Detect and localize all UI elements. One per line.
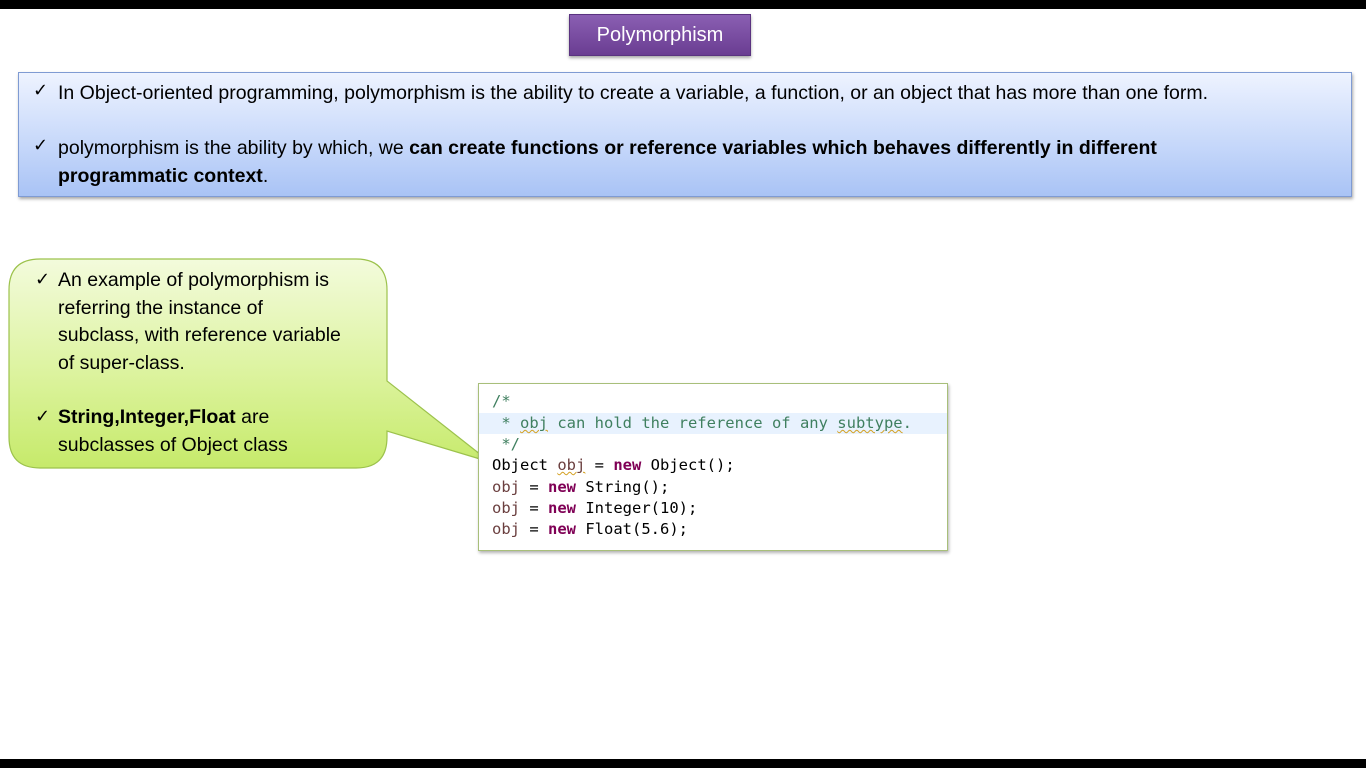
code-token: String(); (576, 478, 670, 496)
code-token: = (520, 499, 548, 517)
callout-bullet-2: String,Integer,Float are subclasses of O… (58, 404, 288, 459)
check-icon: ✓ (35, 269, 51, 290)
callout-line: An example of polymorphism is (58, 269, 329, 291)
callout-line: subclass, with reference variable (58, 324, 341, 346)
code-line-comment-body: * obj can hold the reference of any subt… (492, 413, 912, 434)
code-token: = (585, 456, 614, 474)
code-line-1: Object obj = new Object(); (492, 455, 735, 476)
code-line-4: obj = new Float(5.6); (492, 519, 688, 540)
code-line-2: obj = new String(); (492, 477, 669, 498)
code-token: Object (492, 456, 558, 474)
code-line-comment-close: */ (492, 435, 520, 453)
code-token: . (902, 414, 912, 432)
code-token: subtype (837, 414, 903, 432)
code-token: obj (492, 499, 520, 517)
code-token: obj (557, 456, 586, 474)
code-line-3: obj = new Integer(10); (492, 498, 697, 519)
code-token: obj (492, 520, 520, 538)
callout-line: referring the instance of (58, 296, 263, 319)
code-token: Integer(10); (576, 499, 698, 517)
code-line-comment-open: /* (492, 392, 511, 410)
code-token: = (520, 520, 548, 538)
code-token: Object(); (641, 456, 735, 474)
code-token: new (548, 478, 576, 496)
callout-bullet-1: An example of polymorphism is referring … (58, 267, 341, 377)
callout-line: of super-class. (58, 351, 185, 374)
code-token: = (520, 478, 548, 496)
code-token: obj (520, 414, 548, 432)
code-token: obj (492, 478, 520, 496)
code-token: new (548, 499, 576, 517)
code-token: * (492, 414, 520, 432)
callout-line: subclasses of Object class (58, 433, 288, 456)
check-icon: ✓ (35, 406, 51, 427)
code-token: new (548, 520, 576, 538)
callout-bullet-2-rest: are (235, 406, 270, 428)
code-token: Float(5.6); (576, 520, 688, 538)
code-token: new (613, 456, 642, 474)
code-snippet: /* * obj can hold the reference of any s… (478, 383, 948, 551)
code-token: can hold the reference of any (548, 414, 838, 432)
callout-bullet-2-bold: String,Integer,Float (58, 406, 236, 428)
